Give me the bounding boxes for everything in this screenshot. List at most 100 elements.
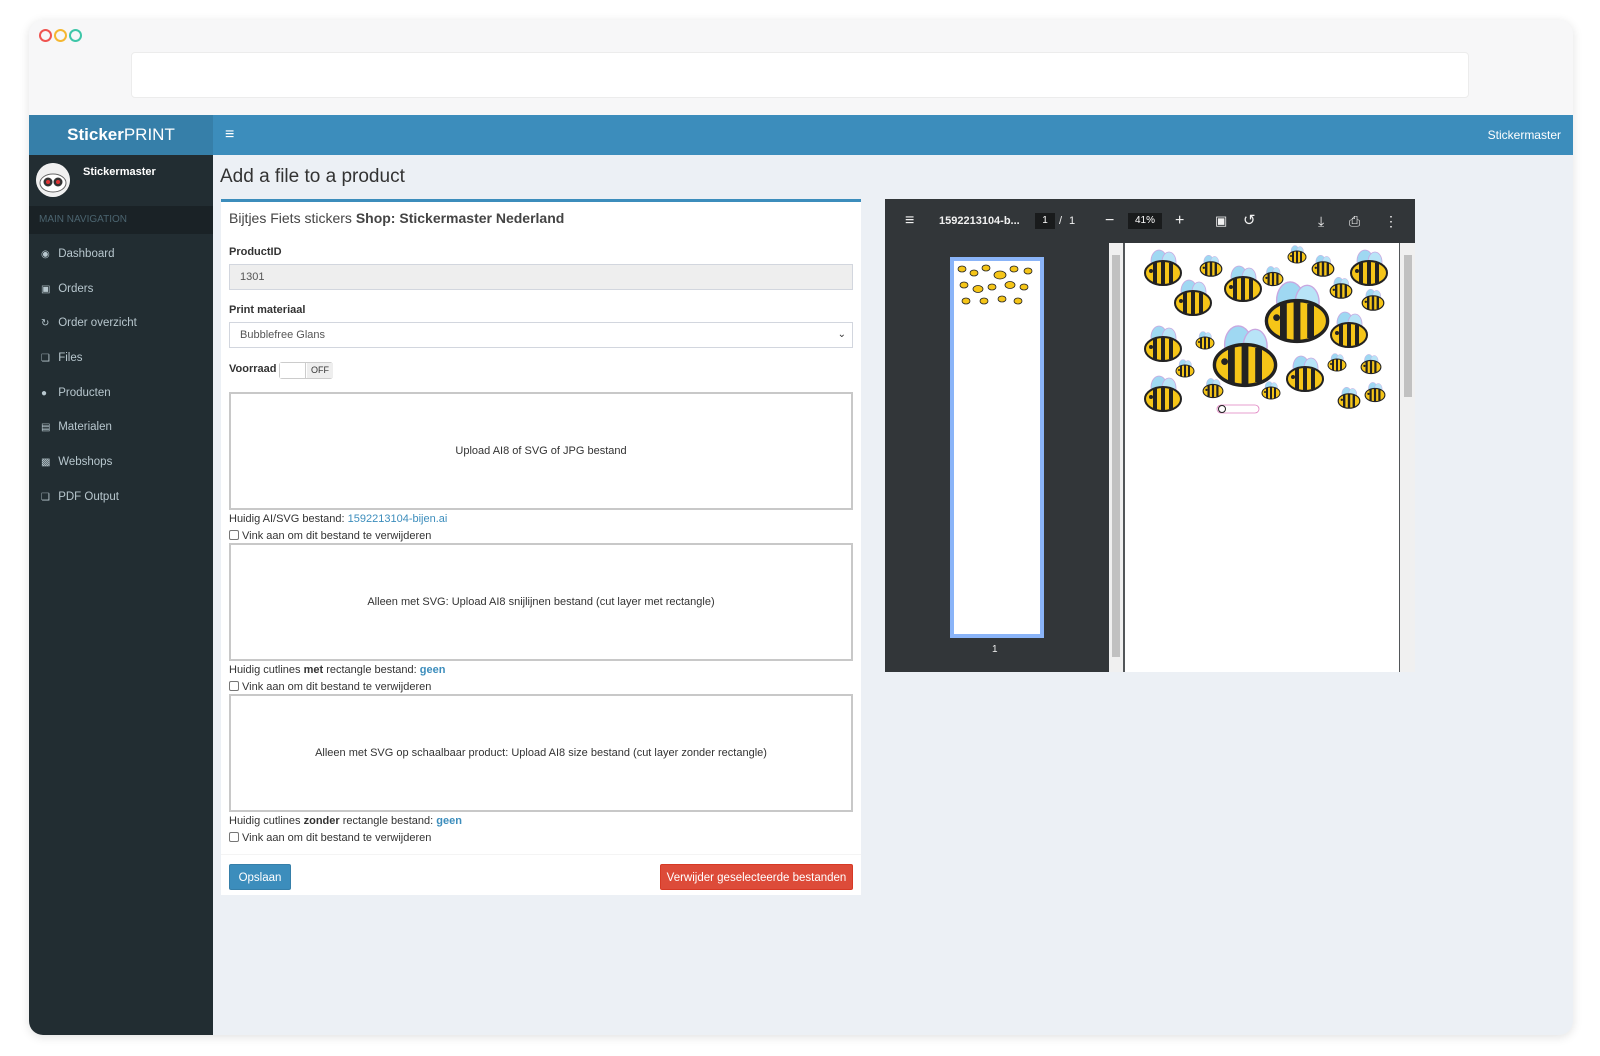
avatar-image <box>36 163 70 197</box>
material-select[interactable]: Bubblefree Glans ⌄ <box>229 322 853 348</box>
page-scrollbar[interactable] <box>1400 243 1415 672</box>
pdf-page-area <box>1123 243 1415 672</box>
cutlines-rect-text-a: Huidig cutlines <box>229 664 304 676</box>
checkbox-label: Vink aan om dit bestand te verwijderen <box>242 832 432 844</box>
cutlines-rect-text-c: rectangle bestand: <box>323 664 420 676</box>
id-card-icon: ▤ <box>41 422 51 434</box>
thumbnail-scrollbar[interactable] <box>1109 243 1123 672</box>
current-cutlines-norect-file: Huidig cutlines zonder rectangle bestand… <box>229 815 462 827</box>
globe-icon: ● <box>41 387 48 399</box>
sidebar-item-pdf-output[interactable]: ❏ PDF Output <box>29 480 213 515</box>
page-number-input[interactable]: 1 <box>1035 213 1055 229</box>
sidebar-item-label: Orders <box>58 282 94 295</box>
current-cutlines-rect-file: Huidig cutlines met rectangle bestand: g… <box>229 664 445 676</box>
avatar <box>36 163 70 197</box>
sidebar-item-label: Dashboard <box>58 248 115 260</box>
pdf-filename: 1592213104-b... <box>939 215 1020 227</box>
sidebar-user-name: Stickermaster <box>83 166 156 178</box>
address-bar[interactable] <box>131 52 1469 98</box>
checkbox-label: Vink aan om dit bestand te verwijderen <box>242 681 432 693</box>
download-icon[interactable]: ⤓ <box>1318 199 1324 243</box>
cutlines-rect-file-link[interactable]: geen <box>420 664 446 676</box>
chevron-down-icon: ⌄ <box>837 329 846 340</box>
files-icon: ❏ <box>41 491 50 503</box>
sidebar-item-producten[interactable]: ● Producten <box>29 376 213 411</box>
sidebar-item-orders[interactable]: ▣ Orders <box>29 272 213 307</box>
cutlines-norect-text-b: zonder <box>303 815 340 827</box>
sidebar-item-order-overzicht[interactable]: ↻ Order overzicht <box>29 306 213 341</box>
cutlines-norect-file-link[interactable]: geen <box>436 815 462 827</box>
upload-ai-dropzone[interactable]: Upload AI8 of SVG of JPG bestand <box>229 392 853 510</box>
pdf-thumbnail-sidebar: 1 <box>885 243 1109 672</box>
page-separator: / <box>1059 215 1063 227</box>
toggle-state: OFF <box>307 363 333 378</box>
delete-cutlines-rect-checkbox[interactable] <box>229 681 239 691</box>
current-ai-file: Huidig AI/SVG bestand: 1592213104-bijen.… <box>229 513 447 525</box>
scrollbar-thumb[interactable] <box>1112 255 1120 657</box>
sidebar-item-webshops[interactable]: ▩ Webshops <box>29 445 213 480</box>
menu-icon[interactable]: ≡ <box>905 199 914 243</box>
browser-chrome <box>29 20 1573 115</box>
admin-app: StickerPRINT ≡ Stickermaster Stickermast… <box>29 115 1573 1035</box>
sidebar-item-label: Files <box>58 352 83 365</box>
zoom-level[interactable]: 41% <box>1128 213 1162 229</box>
logo-rest-text: PRINT <box>123 125 175 144</box>
rotate-icon[interactable]: ↺ <box>1243 199 1256 243</box>
thumbnail-bees-image <box>957 264 1033 305</box>
sidebar-item-label: Webshops <box>58 456 113 469</box>
cutlines-norect-text-c: rectangle bestand: <box>339 815 437 827</box>
delete-selected-button[interactable]: Verwijder geselecteerde bestanden <box>660 864 853 890</box>
nav-header: MAIN NAVIGATION <box>29 206 213 234</box>
scrollbar-thumb[interactable] <box>1404 255 1412 397</box>
box-footer-divider <box>221 854 861 855</box>
hamburger-icon[interactable]: ≡ <box>225 126 234 144</box>
user-panel: Stickermaster <box>29 155 213 205</box>
shop-name: Shop: Stickermaster Nederland <box>355 210 565 226</box>
sidebar-item-dashboard[interactable]: ◉ Dashboard <box>29 237 213 272</box>
sidebar-item-files[interactable]: ❏ Files <box>29 341 213 376</box>
delete-cutlines-norect-checkbox-row[interactable]: Vink aan om dit bestand te verwijderen <box>229 832 431 844</box>
sidebar-item-label: PDF Output <box>58 490 119 503</box>
zoom-in-icon[interactable]: + <box>1175 199 1184 243</box>
window-close-dot[interactable] <box>39 29 52 42</box>
print-icon[interactable]: ⎙ <box>1349 199 1360 243</box>
top-user-menu[interactable]: Stickermaster <box>1488 115 1561 155</box>
more-options-icon[interactable]: ⋮ <box>1384 199 1398 243</box>
zoom-out-icon[interactable]: − <box>1105 199 1114 243</box>
fit-page-icon[interactable]: ▣ <box>1215 199 1227 243</box>
upload-size-dropzone[interactable]: Alleen met SVG op schaalbaar product: Up… <box>229 694 853 812</box>
current-ai-file-link[interactable]: 1592213104-bijen.ai <box>348 513 448 525</box>
window-maximize-dot[interactable] <box>69 29 82 42</box>
material-label: Print materiaal <box>229 304 306 316</box>
productid-field[interactable]: 1301 <box>229 264 853 290</box>
form-box: Bijtjes Fiets stickers Shop: Stickermast… <box>221 199 861 895</box>
delete-cutlines-rect-checkbox-row[interactable]: Vink aan om dit bestand te verwijderen <box>229 681 431 693</box>
pdf-toolbar: ≡ 1592213104-b... 1 / 1 − 41% + ▣ ↺ ⤓ ⎙ … <box>885 199 1415 243</box>
thumbnail-page-number: 1 <box>992 644 998 655</box>
sidebar-item-label: Producten <box>58 386 111 399</box>
logo-bold-text: Sticker <box>67 125 124 144</box>
stock-label: Voorraad <box>229 363 277 375</box>
stock-toggle[interactable]: OFF <box>279 362 333 379</box>
bees-sticker-sheet-image <box>1144 245 1388 414</box>
window-minimize-dot[interactable] <box>54 29 67 42</box>
files-icon: ❏ <box>41 353 50 365</box>
page-thumbnail[interactable] <box>950 257 1044 638</box>
box-header: Bijtjes Fiets stickers Shop: Stickermast… <box>229 210 564 226</box>
dashboard-icon: ◉ <box>41 249 50 260</box>
app-logo[interactable]: StickerPRINT <box>29 115 213 155</box>
cutlines-norect-text-a: Huidig cutlines <box>229 815 304 827</box>
delete-ai-checkbox[interactable] <box>229 530 239 540</box>
upload-cutlines-rect-dropzone[interactable]: Alleen met SVG: Upload AI8 snijlijnen be… <box>229 543 853 661</box>
checkbox-label: Vink aan om dit bestand te verwijderen <box>242 530 432 542</box>
delete-ai-checkbox-row[interactable]: Vink aan om dit bestand te verwijderen <box>229 530 431 542</box>
cutlines-rect-text-b: met <box>303 664 324 676</box>
sidebar: Stickermaster MAIN NAVIGATION ◉ Dashboar… <box>29 155 213 1035</box>
refresh-icon: ↻ <box>41 318 50 330</box>
save-button[interactable]: Opslaan <box>229 864 291 890</box>
pdf-viewer: ≡ 1592213104-b... 1 / 1 − 41% + ▣ ↺ ⤓ ⎙ … <box>885 199 1415 672</box>
top-navbar: StickerPRINT ≡ Stickermaster <box>29 115 1573 155</box>
cart-icon: ▣ <box>41 283 51 295</box>
delete-cutlines-norect-checkbox[interactable] <box>229 832 239 842</box>
sidebar-item-materialen[interactable]: ▤ Materialen <box>29 410 213 445</box>
